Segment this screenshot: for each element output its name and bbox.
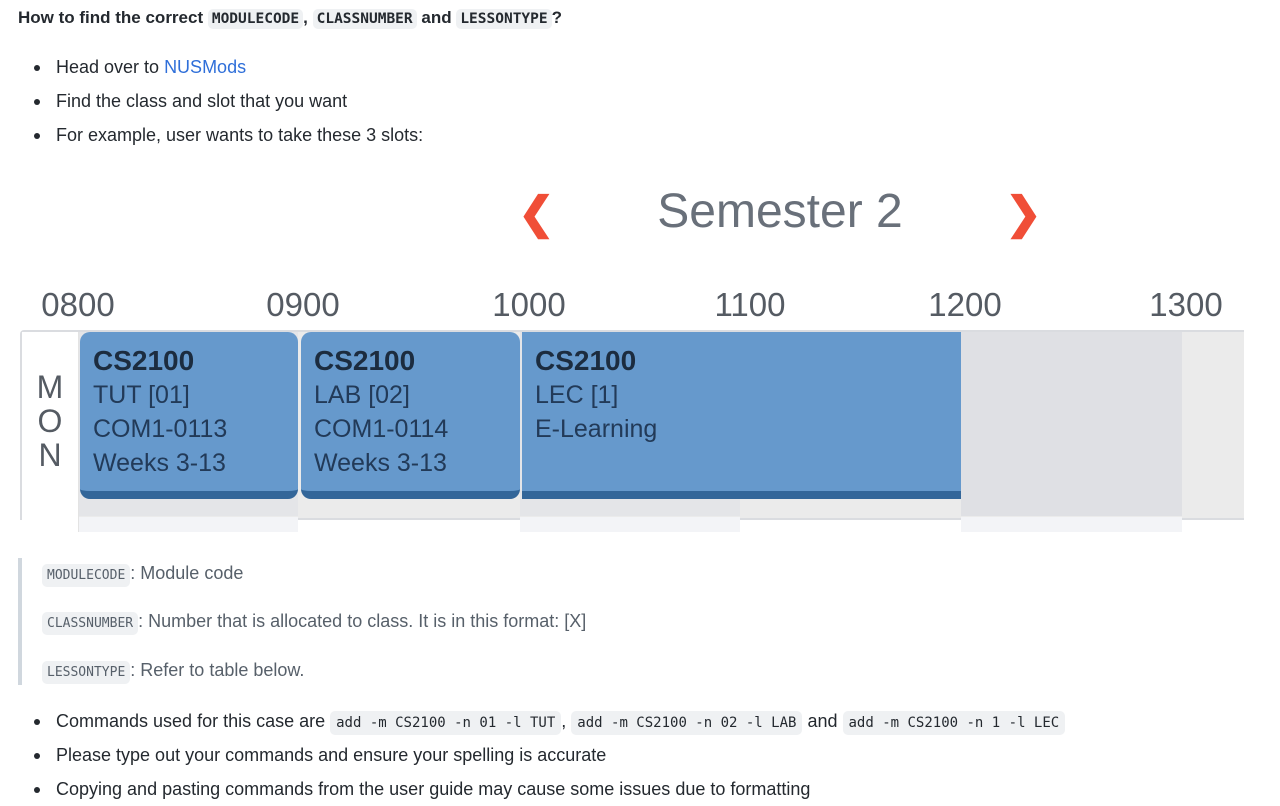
lesson-cs2100-tut[interactable]: CS2100 TUT [01] COM1-0113 Weeks 3-13 (80, 332, 298, 499)
section-heading: How to find the correct MODULECODE, CLAS… (18, 8, 563, 29)
command-tut: add -m CS2100 -n 01 -l TUT (330, 711, 562, 735)
steps-list: Head over to NUSMods Find the class and … (0, 50, 423, 152)
lesson-cs2100-lec[interactable]: CS2100 LEC [1] E-Learning (522, 332, 961, 499)
command-lec: add -m CS2100 -n 1 -l LEC (842, 711, 1066, 735)
hour-shade (961, 332, 1182, 516)
day-label-monday: M O N (22, 332, 79, 532)
hour-shade (78, 517, 298, 532)
hour-label: 0800 (41, 286, 115, 323)
hour-shade (961, 517, 1182, 532)
lesson-cs2100-lab[interactable]: CS2100 LAB [02] COM1-0114 Weeks 3-13 (301, 332, 520, 499)
hour-label: 1200 (928, 286, 1002, 323)
list-item: Please type out your commands and ensure… (0, 738, 1065, 772)
hour-label: 1100 (714, 286, 786, 323)
notes-list: Commands used for this case are add -m C… (0, 704, 1066, 806)
hour-label: 0900 (266, 286, 340, 323)
definition-lessontype: LESSONTYPE: Refer to table below. (42, 660, 304, 684)
list-item: Find the class and slot that you want (0, 84, 423, 118)
code-lessontype: LESSONTYPE (456, 9, 552, 29)
list-item: Copying and pasting commands from the us… (0, 772, 1065, 806)
definition-modulecode: MODULECODE: Module code (42, 563, 243, 587)
semester-title: Semester 2 (657, 185, 903, 238)
semester-nav: ❮ Semester 2 ❯ (500, 180, 1060, 244)
blockquote-bar (18, 558, 22, 685)
list-item: For example, user wants to take these 3 … (0, 118, 423, 152)
list-item: Commands used for this case are add -m C… (0, 704, 1066, 738)
chevron-right-icon[interactable]: ❯ (1005, 188, 1042, 239)
nusmods-link[interactable]: NUSMods (164, 57, 246, 77)
hour-shade (520, 517, 740, 532)
hour-label: 1000 (492, 286, 566, 323)
hour-label: 1300 (1149, 286, 1223, 323)
code-modulecode: MODULECODE (207, 9, 304, 29)
list-item: Head over to NUSMods (0, 50, 423, 84)
command-lab: add -m CS2100 -n 02 -l LAB (571, 711, 803, 735)
code-classnumber: CLASSNUMBER (312, 9, 417, 29)
definition-classnumber: CLASSNUMBER: Number that is allocated to… (42, 611, 586, 635)
